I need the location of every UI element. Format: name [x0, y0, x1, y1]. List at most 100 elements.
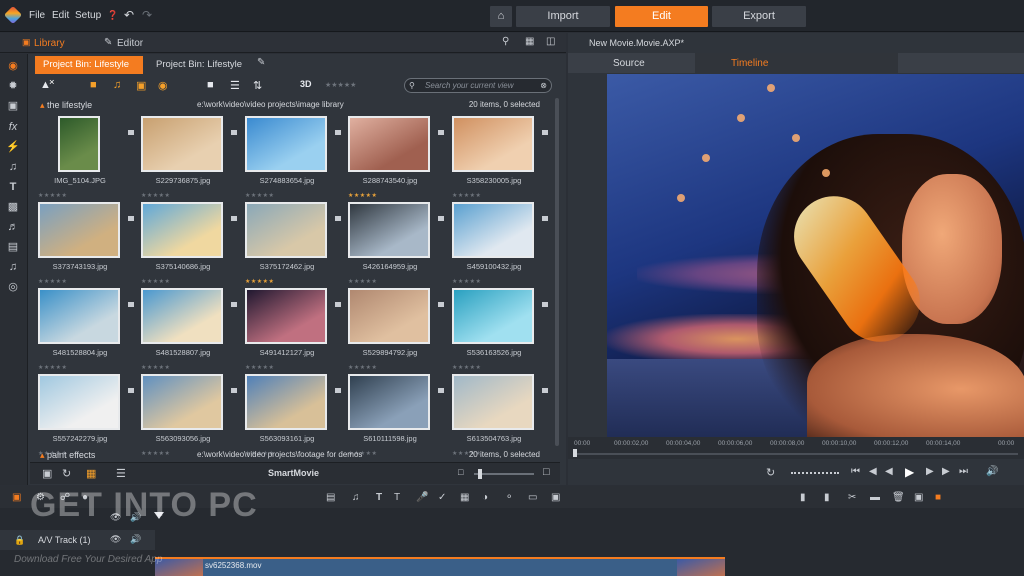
media-thumbnail[interactable]	[38, 202, 120, 258]
panel-icon[interactable]: ▦	[460, 492, 469, 503]
lock-icon[interactable]: 🔒	[14, 535, 25, 546]
media-thumbnail[interactable]	[141, 202, 223, 258]
export-mode-button[interactable]: Export	[712, 6, 806, 27]
media-thumbnail[interactable]	[38, 374, 120, 430]
home-button[interactable]: ⌂	[490, 6, 512, 27]
title-tool-icon[interactable]: T	[376, 492, 382, 503]
search-input[interactable]: ⚲ Search your current view ⊗	[404, 78, 552, 93]
go-to-start-icon[interactable]: ⏮	[851, 466, 860, 477]
media-thumbnail[interactable]	[141, 288, 223, 344]
undo-icon[interactable]: ↶	[124, 8, 134, 22]
folder-icon[interactable]	[128, 216, 134, 221]
effects-icon[interactable]: fx	[6, 120, 20, 134]
redo-icon[interactable]: ↷	[142, 8, 152, 22]
tab-source[interactable]: Source	[613, 58, 645, 69]
color-tag-icon[interactable]: ■	[935, 492, 941, 503]
scorefitter-icon[interactable]: ▤	[6, 240, 20, 254]
previous-frame-icon[interactable]: ◀	[869, 466, 877, 477]
media-thumbnail[interactable]	[245, 116, 327, 172]
color-icon[interactable]: ◑	[482, 492, 488, 503]
zoom-slider-handle[interactable]	[478, 469, 482, 479]
transitions-icon[interactable]: ⚡	[6, 140, 20, 154]
media-thumbnail[interactable]	[58, 116, 100, 172]
collapse-icon[interactable]: ▴	[40, 450, 45, 460]
check-icon[interactable]: ✓	[438, 492, 446, 503]
mask-icon[interactable]: ▭	[528, 492, 537, 503]
filter-video-icon[interactable]: ■	[90, 79, 97, 91]
media-thumbnail[interactable]	[348, 288, 430, 344]
folder-icon[interactable]	[231, 388, 237, 393]
sound-effects-icon[interactable]: ♬	[6, 220, 20, 234]
folder-icon[interactable]	[542, 388, 548, 393]
rating-stars[interactable]: ★★★★★	[348, 192, 377, 199]
rating-filter[interactable]: ★★★★★	[325, 81, 356, 89]
montage-icon[interactable]: ▩	[6, 200, 20, 214]
list-view-icon[interactable]: ☰	[116, 467, 126, 480]
tab-timeline[interactable]: Timeline	[695, 53, 898, 73]
video-preview[interactable]	[607, 74, 1024, 437]
voiceover-icon[interactable]: 🎤	[416, 492, 428, 503]
sort-icon[interactable]: ⇅	[253, 79, 262, 92]
media-thumbnail[interactable]	[348, 116, 430, 172]
timeline-clip[interactable]: sv6252368.mov	[155, 557, 725, 576]
project-bin-icon[interactable]: ◉	[6, 59, 20, 73]
folder-icon[interactable]	[542, 130, 548, 135]
rating-stars[interactable]: ★★★★★	[348, 364, 377, 371]
track-header[interactable]: 🔒 A/V Track (1) 👁 🔊	[0, 530, 155, 550]
rating-stars[interactable]: ★★★★★	[38, 192, 67, 199]
rating-stars[interactable]: ★★★★★	[38, 364, 67, 371]
scrub-handle[interactable]	[573, 449, 577, 457]
tab-project-bin-active[interactable]: Project Bin: Lifestyle ×	[35, 56, 143, 88]
smartmovie-label[interactable]: SmartMovie	[268, 468, 319, 478]
audio-icon[interactable]: ♫	[6, 260, 20, 274]
collections-icon[interactable]: ✹	[6, 79, 20, 93]
folder-icon[interactable]	[542, 302, 548, 307]
new-tab-icon[interactable]: ✎	[257, 57, 265, 68]
import-media-icon[interactable]: ▲	[40, 79, 51, 91]
folder-icon[interactable]	[128, 302, 134, 307]
loop-icon[interactable]: ↻	[766, 466, 775, 479]
menu-file[interactable]: File	[29, 10, 45, 21]
storyboard-icon[interactable]: ▣	[42, 467, 52, 480]
media-thumbnail[interactable]	[245, 374, 327, 430]
folder-icon[interactable]	[335, 130, 341, 135]
zoom-out-icon[interactable]: □	[458, 467, 463, 477]
cut-icon[interactable]: ✂	[848, 492, 856, 503]
folder-icon[interactable]	[128, 130, 134, 135]
media-thumbnail[interactable]	[348, 374, 430, 430]
section-header[interactable]: ▴ paint effects e:\work\video\video proj…	[40, 448, 550, 462]
rating-stars[interactable]: ★★★★★	[141, 364, 170, 371]
scrollbar[interactable]	[555, 98, 559, 446]
folder-icon[interactable]	[542, 216, 548, 221]
menu-setup[interactable]: Setup	[75, 10, 101, 21]
track-visibility-icon[interactable]: 👁	[110, 534, 121, 545]
layout-icon[interactable]: ◫	[546, 36, 555, 47]
media-thumbnail[interactable]	[141, 116, 223, 172]
filter-photo-icon[interactable]: ▣	[136, 79, 146, 92]
view-options-icon[interactable]: ☰	[230, 79, 240, 92]
marker-icon[interactable]: ▮	[800, 492, 806, 503]
media-icon[interactable]: ▣	[6, 99, 20, 113]
rating-stars[interactable]: ★★★★★	[452, 278, 481, 285]
rating-stars[interactable]: ★★★★★	[452, 192, 481, 199]
grid-icon[interactable]: ▦	[525, 36, 534, 47]
folder-icon[interactable]	[231, 130, 237, 135]
folder-icon[interactable]	[231, 216, 237, 221]
media-thumbnail[interactable]	[38, 288, 120, 344]
rating-stars[interactable]: ★★★★★	[245, 192, 274, 199]
tab-library[interactable]: Library	[34, 38, 65, 49]
3d-filter-button[interactable]: 3D	[300, 79, 312, 89]
trim-icon[interactable]: ▬	[870, 492, 880, 503]
music-icon[interactable]: ♫	[6, 160, 20, 174]
folder-icon[interactable]	[438, 302, 444, 307]
tab-project-bin[interactable]: Project Bin: Lifestyle	[148, 56, 252, 74]
thumbnail-icon[interactable]: ▣	[551, 492, 560, 503]
section-header[interactable]: ▴ the lifestyle e:\work\video\video proj…	[40, 98, 550, 112]
scrub-track[interactable]	[574, 453, 1018, 455]
snapshot-icon[interactable]: ▣	[914, 492, 923, 503]
volume-icon[interactable]: 🔊	[986, 466, 998, 477]
fast-forward-icon[interactable]: ▶	[926, 466, 934, 477]
grid-view-icon[interactable]: ▦	[86, 467, 96, 480]
filter-audio-icon[interactable]: ♫	[113, 79, 121, 91]
media-thumbnail[interactable]	[452, 202, 534, 258]
